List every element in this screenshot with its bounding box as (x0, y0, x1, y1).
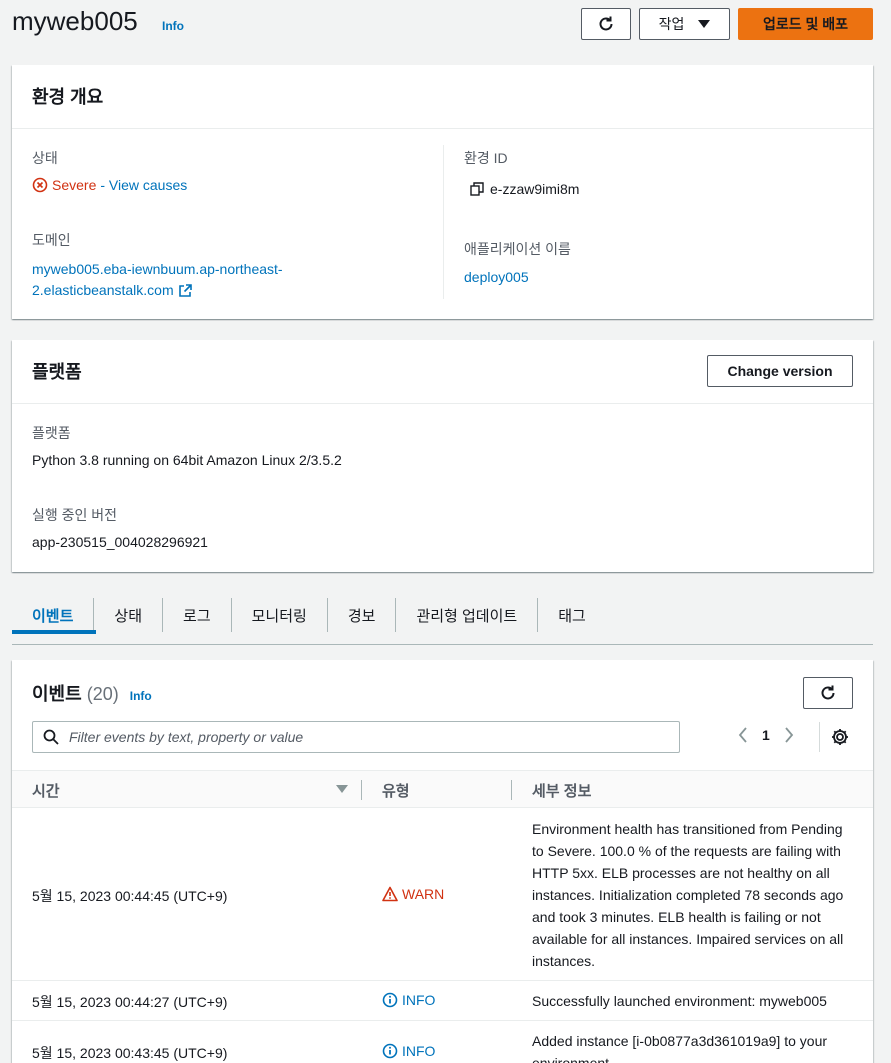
refresh-icon (821, 685, 835, 700)
pagination: 1 (738, 727, 794, 743)
upload-deploy-button[interactable]: 업로드 및 배포 (738, 8, 873, 40)
copy-icon[interactable] (470, 182, 484, 196)
column-divider (361, 780, 362, 800)
pager-separator (819, 722, 820, 752)
table-row: 5월 15, 2023 00:44:45 (UTC+9) WARN Enviro… (12, 808, 873, 981)
tab-alarms[interactable]: 경보 (328, 598, 397, 632)
title-info-link[interactable]: Info (162, 19, 184, 33)
event-time: 5월 15, 2023 00:43:45 (UTC+9) (32, 1045, 228, 1061)
active-tab-indicator (12, 630, 96, 634)
tab-managed-updates-label: 관리형 업데이트 (416, 607, 518, 625)
table-row: 5월 15, 2023 00:44:27 (UTC+9) INFO Succes… (12, 981, 873, 1021)
refresh-icon (599, 16, 613, 31)
running-version-value: app-230515_004028296921 (32, 534, 208, 550)
settings-gear-icon[interactable] (830, 727, 850, 747)
platform-label: 플랫폼 (32, 425, 71, 441)
events-count: (20) (86, 684, 119, 704)
running-version-label: 실행 중인 버전 (32, 507, 118, 523)
status-severe-text: Severe (52, 177, 97, 193)
event-time: 5월 15, 2023 00:44:27 (UTC+9) (32, 994, 228, 1010)
tab-monitoring[interactable]: 모니터링 (232, 598, 328, 632)
warning-triangle-icon (382, 886, 398, 902)
tab-events-label: 이벤트 (32, 607, 74, 625)
platform-header: 플랫폼 Change version (12, 340, 873, 404)
env-id-label: 환경 ID (464, 150, 508, 166)
external-link-icon (178, 283, 192, 297)
table-row: 5월 15, 2023 00:43:45 (UTC+9) INFO Added … (12, 1021, 873, 1063)
domain-line-1: myweb005.eba-iewnbuum.ap-northeast- (32, 261, 283, 277)
tab-alarms-label: 경보 (347, 607, 376, 625)
tab-events[interactable]: 이벤트 (12, 598, 96, 634)
caret-down-icon (698, 20, 711, 28)
domain-label: 도메인 (32, 232, 71, 248)
overview-divider (443, 145, 444, 299)
platform-title: 플랫폼 (32, 362, 82, 382)
search-icon (43, 729, 59, 745)
event-type: WARN (382, 886, 444, 902)
platform-panel: 플랫폼 Change version 플랫폼 Python 3.8 runnin… (12, 340, 873, 572)
domain-line-2: 2.elasticbeanstalk.com (32, 282, 174, 298)
column-detail[interactable]: 세부 정보 (532, 780, 591, 801)
page-title: myweb005 (12, 6, 138, 36)
env-id-text: e-zzaw9imi8m (490, 181, 580, 197)
tab-logs[interactable]: 로그 (163, 598, 232, 632)
column-type[interactable]: 유형 (382, 780, 410, 801)
status-label: 상태 (32, 150, 58, 166)
status-value: Severe - View causes (32, 177, 187, 193)
event-detail: Added instance [i-0b0877a3d361019a9] to … (532, 1033, 828, 1063)
events-title-text: 이벤트 (32, 684, 82, 704)
events-info-link[interactable]: Info (130, 689, 152, 703)
events-search (32, 721, 680, 753)
environment-overview-panel: 환경 개요 상태 Severe - View causes 도메인 myweb0… (12, 65, 873, 319)
events-search-input[interactable] (69, 729, 649, 745)
column-time[interactable]: 시간 (32, 780, 60, 801)
overview-title: 환경 개요 (32, 87, 104, 107)
event-detail: Successfully launched environment: myweb… (532, 993, 827, 1009)
tab-health-label: 상태 (114, 607, 143, 625)
env-id-value: e-zzaw9imi8m (470, 181, 579, 197)
overview-header: 환경 개요 (12, 65, 873, 129)
tab-managed-updates[interactable]: 관리형 업데이트 (396, 598, 539, 632)
platform-value: Python 3.8 running on 64bit Amazon Linux… (32, 452, 342, 468)
change-version-button[interactable]: Change version (707, 355, 853, 387)
event-type: INFO (382, 1043, 435, 1059)
environment-tabs: 이벤트 상태 로그 모니터링 경보 관리형 업데이트 태그 (12, 598, 873, 645)
app-name-link[interactable]: deploy005 (464, 269, 529, 285)
app-name-label: 애플리케이션 이름 (464, 241, 571, 257)
event-type-text: INFO (402, 992, 436, 1008)
tab-health[interactable]: 상태 (94, 598, 164, 632)
page-header: myweb005 Info 작업 업로드 및 배포 (12, 0, 873, 48)
tab-logs-label: 로그 (183, 607, 211, 625)
event-type-text: WARN (402, 886, 445, 902)
refresh-button[interactable] (581, 8, 631, 40)
actions-dropdown-button[interactable]: 작업 (639, 8, 730, 40)
actions-label: 작업 (658, 16, 685, 32)
tab-monitoring-label: 모니터링 (251, 607, 307, 625)
event-type: INFO (382, 992, 435, 1008)
chevron-right-icon[interactable] (784, 727, 794, 743)
column-divider (511, 780, 512, 800)
info-circle-icon (382, 992, 398, 1008)
events-title: 이벤트 (20) Info (32, 680, 152, 706)
sort-down-icon[interactable] (336, 785, 348, 794)
tab-tags[interactable]: 태그 (538, 598, 606, 632)
view-causes-link[interactable]: - View causes (100, 177, 187, 193)
error-circle-icon (32, 177, 48, 193)
events-panel: 이벤트 (20) Info 1 시간 유형 세부 정보 5월 15, 2023 … (12, 660, 873, 1063)
event-time: 5월 15, 2023 00:44:45 (UTC+9) (32, 888, 228, 904)
current-page[interactable]: 1 (762, 727, 770, 743)
event-type-text: INFO (402, 1043, 436, 1059)
event-detail: Environment health has transitioned from… (532, 821, 844, 969)
tab-tags-label: 태그 (558, 607, 586, 625)
info-circle-icon (382, 1043, 398, 1059)
domain-link[interactable]: myweb005.eba-iewnbuum.ap-northeast- 2.el… (32, 259, 283, 301)
events-refresh-button[interactable] (803, 677, 853, 709)
events-table-header: 시간 유형 세부 정보 (12, 770, 873, 808)
chevron-left-icon[interactable] (738, 727, 748, 743)
